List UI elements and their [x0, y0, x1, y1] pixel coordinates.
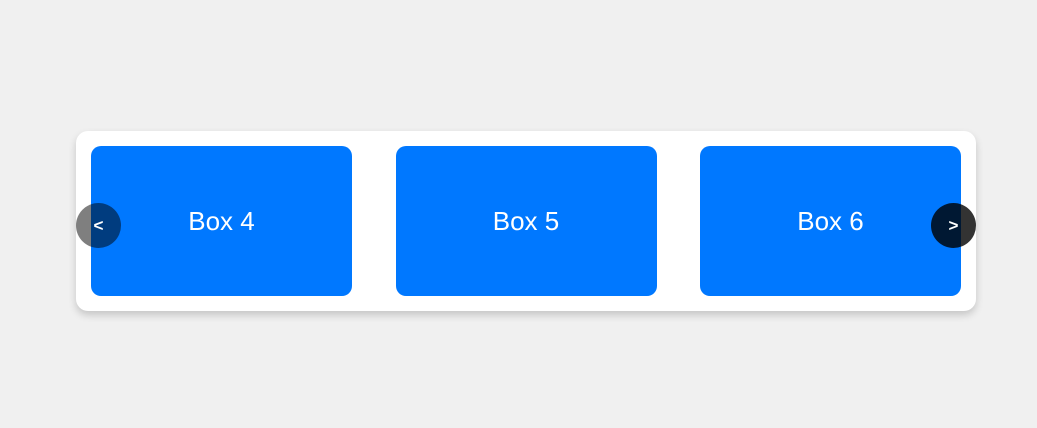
box-label: Box 5 [492, 205, 560, 236]
box-label: Box 6 [797, 205, 864, 236]
previous-button[interactable]: < [76, 203, 121, 248]
carousel-box: Box 4 [91, 146, 352, 296]
carousel: Box 4 Box 5 Box 6 < > [76, 131, 976, 311]
next-button[interactable]: > [931, 203, 976, 248]
page: Box 4 Box 5 Box 6 < > [0, 0, 1037, 428]
carousel-track: Box 4 Box 5 Box 6 [91, 146, 961, 296]
carousel-box: Box 5 [395, 146, 657, 296]
box-label: Box 4 [188, 205, 255, 236]
carousel-box: Box 6 [700, 146, 961, 296]
